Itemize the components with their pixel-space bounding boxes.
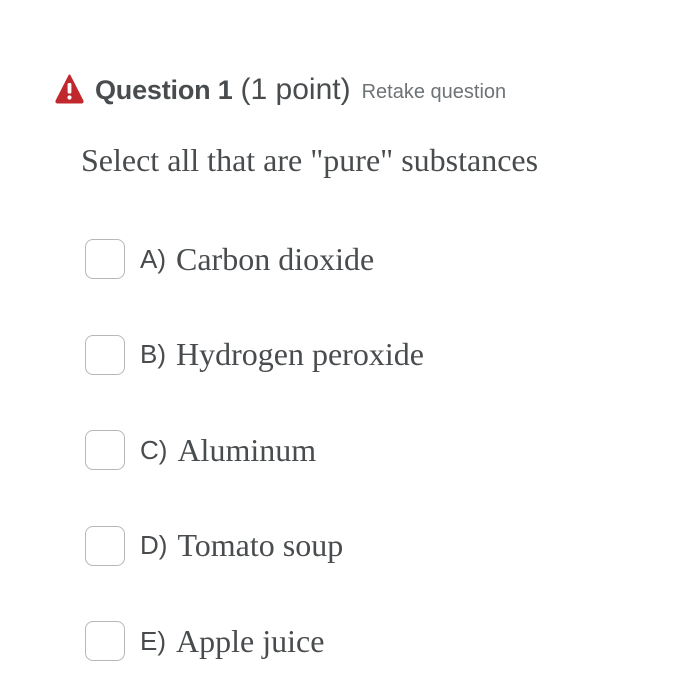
checkbox-c[interactable]	[85, 430, 125, 470]
option-label: Carbon dioxide	[176, 240, 375, 277]
question-number: Question 1	[95, 74, 233, 105]
option-label: Tomato soup	[177, 527, 344, 563]
quiz-page: Question 1 (1 point) Retake question Sel…	[0, 0, 675, 700]
option-letter: E)	[140, 625, 166, 656]
retake-question-link[interactable]: Retake question	[362, 81, 507, 104]
option-label: Apple juice	[176, 622, 325, 659]
option-c[interactable]: C) Aluminum	[85, 428, 424, 472]
option-label: Hydrogen peroxide	[176, 336, 424, 372]
checkbox-a[interactable]	[85, 239, 125, 279]
option-b[interactable]: B) Hydrogen peroxide	[85, 333, 424, 377]
warning-icon	[55, 73, 84, 105]
checkbox-b[interactable]	[85, 334, 125, 375]
option-letter: D)	[140, 530, 168, 560]
option-letter: A)	[140, 243, 166, 274]
option-letter: B)	[140, 339, 166, 369]
option-d[interactable]: D) Tomato soup	[85, 524, 424, 568]
question-points: (1 point)	[240, 73, 351, 106]
checkbox-e[interactable]	[85, 621, 125, 661]
answer-options: A) Carbon dioxide B) Hydrogen peroxide C…	[85, 237, 424, 700]
option-a[interactable]: A) Carbon dioxide	[85, 237, 424, 281]
question-header: Question 1 (1 point) Retake question	[55, 70, 506, 110]
option-e[interactable]: E) Apple juice	[85, 619, 424, 663]
option-letter: C)	[140, 434, 168, 465]
option-label: Aluminum	[177, 431, 317, 468]
question-prompt: Select all that are "pure" substances	[81, 142, 539, 178]
checkbox-d[interactable]	[85, 525, 125, 566]
